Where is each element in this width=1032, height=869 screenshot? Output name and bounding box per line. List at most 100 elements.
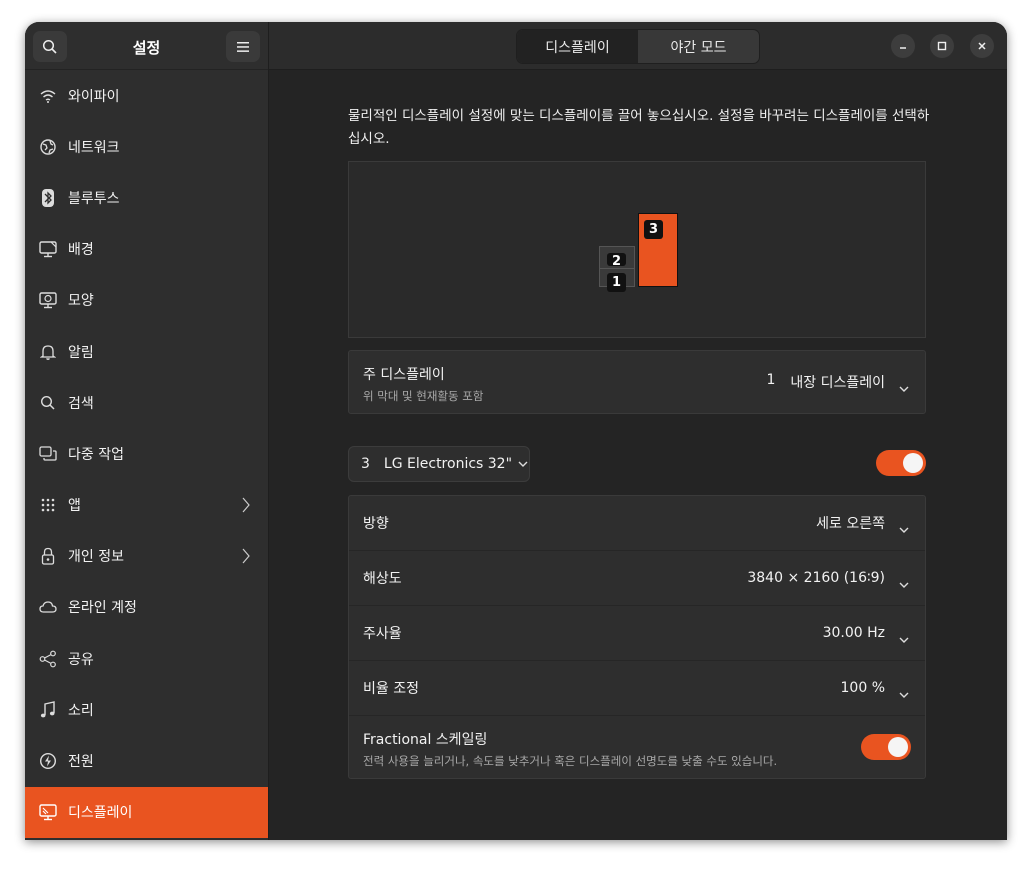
monitor-number-badge: 2 [607,253,626,266]
sidebar-list: 와이파이 네트워크 블루투스 배경 모양 알림 검색 다중 작업 앱 개인 정보… [25,70,268,838]
sidebar-item-label: 온라인 계정 [68,600,137,617]
fractional-scaling-label-group: Fractional 스케일링 전력 사용을 늘리거나, 속도를 낮추거나 혹은… [363,729,777,769]
primary-display-sublabel: 위 막대 및 현재활동 포함 [363,389,484,403]
sidebar-item-sharing[interactable]: 공유 [25,633,268,684]
chevron-down-icon [899,519,909,538]
monitor-3[interactable]: 3 [638,213,678,287]
sidebar-item-label: 디스플레이 [68,805,133,822]
scale-value: 100 % [840,680,885,696]
settings-window: 설정 와이파이 네트워크 블루투스 배경 모양 알림 검색 다중 작업 앱 개인… [25,22,1007,840]
minimize-button[interactable] [891,34,915,58]
refresh-rate-value: 30.00 Hz [822,625,885,641]
sidebar-item-label: 배경 [68,242,94,259]
primary-display-name: 내장 디스플레이 [790,375,885,391]
primary-display-number: 1 [766,372,776,388]
monitor-select-number: 3 [361,456,370,472]
hamburger-icon [237,41,249,52]
resolution-value: 3840 × 2160 (16∶9) [747,570,885,586]
display-arrangement-area[interactable]: 3 2 1 [348,161,926,338]
sidebar-item-label: 모양 [68,293,94,310]
sidebar-item-displays[interactable]: 디스플레이 [25,786,268,838]
sidebar-item-label: 와이파이 [68,88,120,105]
minimize-icon [900,47,906,49]
monitor-1[interactable]: 1 [599,268,635,292]
tab-displays[interactable]: 디스플레이 [517,30,638,63]
sidebar-item-label: 알림 [68,344,94,361]
network-icon [38,137,58,157]
chevron-down-icon [899,629,909,648]
sidebar-item-label: 앱 [68,498,81,515]
fractional-scaling-toggle[interactable] [861,734,911,760]
close-icon [978,42,986,50]
maximize-button[interactable] [930,34,954,58]
sidebar-item-network[interactable]: 네트워크 [25,121,268,172]
resolution-row[interactable]: 해상도 3840 × 2160 (16∶9) [349,551,925,606]
toggle-knob [888,737,908,757]
monitor-settings-card: 방향 세로 오른쪽 해상도 3840 × 2160 (16∶9) 주사율 30.… [348,495,926,779]
appearance-icon [38,290,58,310]
sidebar-item-online-accounts[interactable]: 온라인 계정 [25,582,268,633]
display-settings-page: 물리적인 디스플레이 설정에 맞는 디스플레이를 끌어 놓으십시오. 설정을 바… [269,70,1007,840]
sidebar-item-apps[interactable]: 앱 [25,480,268,531]
monitor-enable-toggle[interactable] [876,450,926,476]
fractional-scaling-row: Fractional 스케일링 전력 사용을 늘리거나, 속도를 낮추거나 혹은… [349,716,925,778]
search-icon [38,393,58,413]
main-menu-button[interactable] [226,31,260,62]
sidebar-item-bluetooth[interactable]: 블루투스 [25,172,268,223]
primary-display-label: 주 디스플레이 [363,367,445,383]
refresh-rate-label: 주사율 [363,626,402,642]
resolution-label: 해상도 [363,571,402,587]
scale-label: 비율 조정 [363,681,419,697]
wifi-icon [38,86,58,106]
monitor-2[interactable]: 2 [599,246,635,269]
monitor-select-dropdown[interactable]: 3 LG Electronics 32" [348,446,530,482]
arrangement-instructions: 물리적인 디스플레이 설정에 맞는 디스플레이를 끌어 놓으십시오. 설정을 바… [348,108,930,147]
monitor-number-badge: 1 [607,273,626,292]
sidebar-header: 설정 [25,22,268,70]
sidebar-item-notifications[interactable]: 알림 [25,326,268,377]
background-icon [38,239,58,259]
sidebar-item-label: 다중 작업 [68,446,124,463]
apps-grid-icon [38,495,58,515]
monitor-select-name: LG Electronics 32" [383,456,513,472]
primary-display-value: 1 내장 디스플레이 [766,372,885,392]
fractional-scaling-sublabel: 전력 사용을 늘리거나, 속도를 낮추거나 혹은 디스플레이 선명도를 낮출 수… [363,754,778,768]
orientation-row[interactable]: 방향 세로 오른쪽 [349,496,925,551]
primary-display-label-group: 주 디스플레이 위 막대 및 현재활동 포함 [363,364,483,404]
refresh-rate-row[interactable]: 주사율 30.00 Hz [349,606,925,661]
chevron-down-icon [518,456,528,472]
sidebar-item-label: 검색 [68,395,94,412]
display-icon [38,802,58,822]
sidebar: 설정 와이파이 네트워크 블루투스 배경 모양 알림 검색 다중 작업 앱 개인… [25,22,269,840]
fractional-scaling-label: Fractional 스케일링 [363,732,488,748]
sidebar-item-multitasking[interactable]: 다중 작업 [25,428,268,479]
orientation-value: 세로 오른쪽 [816,516,885,532]
sidebar-item-sound[interactable]: 소리 [25,684,268,735]
sidebar-item-background[interactable]: 배경 [25,224,268,275]
share-icon [38,649,58,669]
toggle-knob [903,453,923,473]
view-switcher: 디스플레이 야간 모드 [516,29,760,64]
chevron-right-icon [242,548,250,568]
monitor-number-badge: 3 [644,220,663,239]
sidebar-item-label: 전원 [68,754,94,771]
tab-night-light[interactable]: 야간 모드 [638,30,759,63]
scale-row[interactable]: 비율 조정 100 % [349,661,925,716]
bluetooth-icon [38,188,58,208]
power-icon [38,751,58,771]
sidebar-item-appearance[interactable]: 모양 [25,275,268,326]
multitasking-icon [38,444,58,464]
sidebar-item-privacy[interactable]: 개인 정보 [25,531,268,582]
bell-icon [38,342,58,362]
sidebar-item-power[interactable]: 전원 [25,735,268,786]
cloud-icon [38,597,58,617]
primary-display-row[interactable]: 주 디스플레이 위 막대 및 현재활동 포함 1 내장 디스플레이 [349,351,925,413]
music-note-icon [38,700,58,720]
header-bar: 디스플레이 야간 모드 [269,22,1007,70]
sidebar-item-wifi[interactable]: 와이파이 [25,70,268,121]
sidebar-item-label: 소리 [68,702,94,719]
sidebar-item-label: 블루투스 [68,190,120,207]
close-button[interactable] [970,34,994,58]
sidebar-item-label: 네트워크 [68,139,120,156]
sidebar-item-search[interactable]: 검색 [25,377,268,428]
